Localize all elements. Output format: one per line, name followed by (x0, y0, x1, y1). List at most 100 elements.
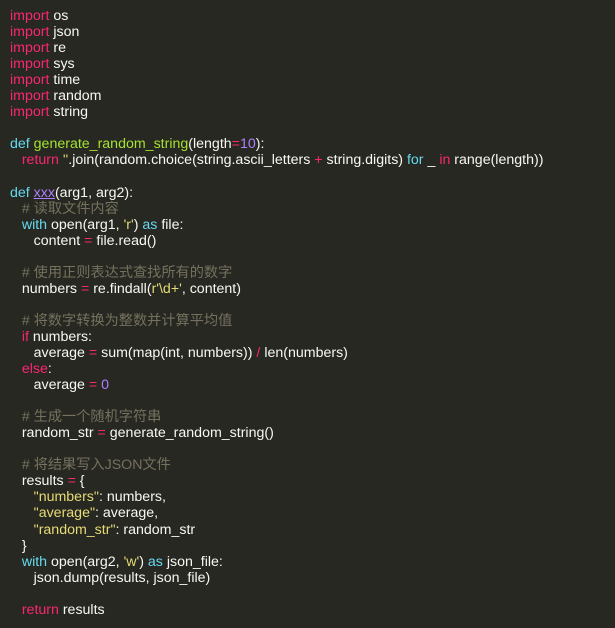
code-token: results (58, 601, 105, 618)
code-line: "average": average, (10, 505, 615, 521)
code-line: else: (10, 361, 615, 377)
code-token: import (10, 8, 50, 24)
code-token: "numbers" (33, 489, 99, 506)
code-token: import (10, 104, 50, 121)
code-token: xxx (33, 184, 55, 201)
code-token: "average" (33, 505, 95, 522)
code-token: # 将数字转换为整数并计算平均值 (21, 312, 233, 329)
code-line: with open(arg1, 'r') as file: (10, 217, 615, 233)
code-line: average = sum(map(int, numbers)) / len(n… (10, 345, 615, 361)
code-token: # 生成一个随机字符串 (21, 409, 162, 426)
code-token: if (21, 328, 29, 345)
code-token: average (10, 344, 89, 361)
code-token: average (10, 377, 89, 394)
code-token: import (10, 56, 50, 73)
code-line: def xxx(arg1, arg2): (10, 185, 615, 201)
code-token: 'r' (123, 216, 134, 233)
code-token: = (88, 377, 98, 394)
code-token: generate_random_string() (105, 425, 274, 442)
code-token: re (49, 40, 66, 57)
code-token: : random_str (115, 521, 196, 538)
code-token: ) (139, 553, 148, 570)
code-line: json.dump(results, json_file) (10, 570, 615, 586)
code-token: # 将结果写入JSON文件 (21, 457, 171, 474)
code-line: import sys (10, 56, 615, 72)
code-line: # 读取文件内容 (10, 201, 615, 217)
code-token: : numbers, (98, 489, 166, 506)
code-token: in (439, 152, 451, 169)
code-token: numbers (10, 280, 81, 297)
code-token: { (75, 473, 85, 490)
code-token: import (10, 88, 50, 105)
code-line: return results (10, 602, 615, 618)
code-line: # 使用正则表达式查找所有的数字 (10, 265, 615, 281)
code-line: # 生成一个随机字符串 (10, 409, 615, 425)
code-token: def (10, 184, 34, 201)
code-token: results (10, 473, 68, 490)
code-token: numbers: (28, 328, 93, 345)
code-line: return ''.join(random.choice(string.asci… (10, 152, 615, 168)
code-token: with (21, 553, 48, 570)
code-token: json.dump(results, json_file) (10, 569, 211, 586)
code-editor[interactable]: import os import json import re import sys i… (0, 0, 615, 628)
code-token: 'w' (123, 553, 140, 570)
code-line: def generate_random_string(length=10): (10, 136, 615, 152)
code-token: = (67, 473, 76, 490)
code-token: time (49, 72, 81, 89)
code-token: os (49, 8, 69, 24)
code-token: _ (423, 152, 440, 169)
code-token: = (97, 425, 106, 442)
code-line: content = file.read() (10, 233, 615, 249)
code-token: 10 (239, 136, 256, 153)
code-token: open(arg2, (47, 553, 124, 570)
code-line: numbers = re.findall(r'\d+', content) (10, 281, 615, 297)
code-token: : (47, 361, 52, 378)
code-token: return (21, 601, 59, 618)
code-token: sum(map(int, numbers)) (97, 344, 257, 361)
code-token: range(length)) (450, 152, 544, 169)
code-token: else (21, 361, 48, 378)
code-token: = (88, 344, 98, 361)
code-token: len(numbers) (260, 344, 348, 361)
code-token: as (147, 553, 163, 570)
code-line: import time (10, 72, 615, 88)
code-token: "random_str" (33, 521, 116, 538)
code-token: re.findall( (89, 280, 152, 297)
code-token: (arg1, arg2): (54, 184, 134, 201)
code-line: # 将数字转换为整数并计算平均值 (10, 313, 615, 329)
code-token: random_str (10, 425, 98, 442)
code-line: import os (10, 8, 615, 24)
code-token: random (49, 88, 102, 105)
code-line: if numbers: (10, 329, 615, 345)
code-token: def (10, 136, 34, 153)
code-line: } (10, 538, 615, 554)
code-token: json_file: (162, 553, 223, 570)
code-line: import string (10, 104, 615, 120)
code-token: generate_random_string (33, 136, 189, 153)
code-token: .join(random.choice(string.ascii_letters (68, 152, 315, 169)
code-line: "numbers": numbers, (10, 489, 615, 505)
code-token: file: (157, 216, 184, 233)
code-token: for (406, 152, 424, 169)
code-line: import json (10, 24, 615, 40)
code-line: # 将结果写入JSON文件 (10, 457, 615, 473)
code-token: # 使用正则表达式查找所有的数字 (21, 264, 233, 281)
code-token: with (21, 216, 48, 233)
code-token: } (10, 537, 27, 554)
